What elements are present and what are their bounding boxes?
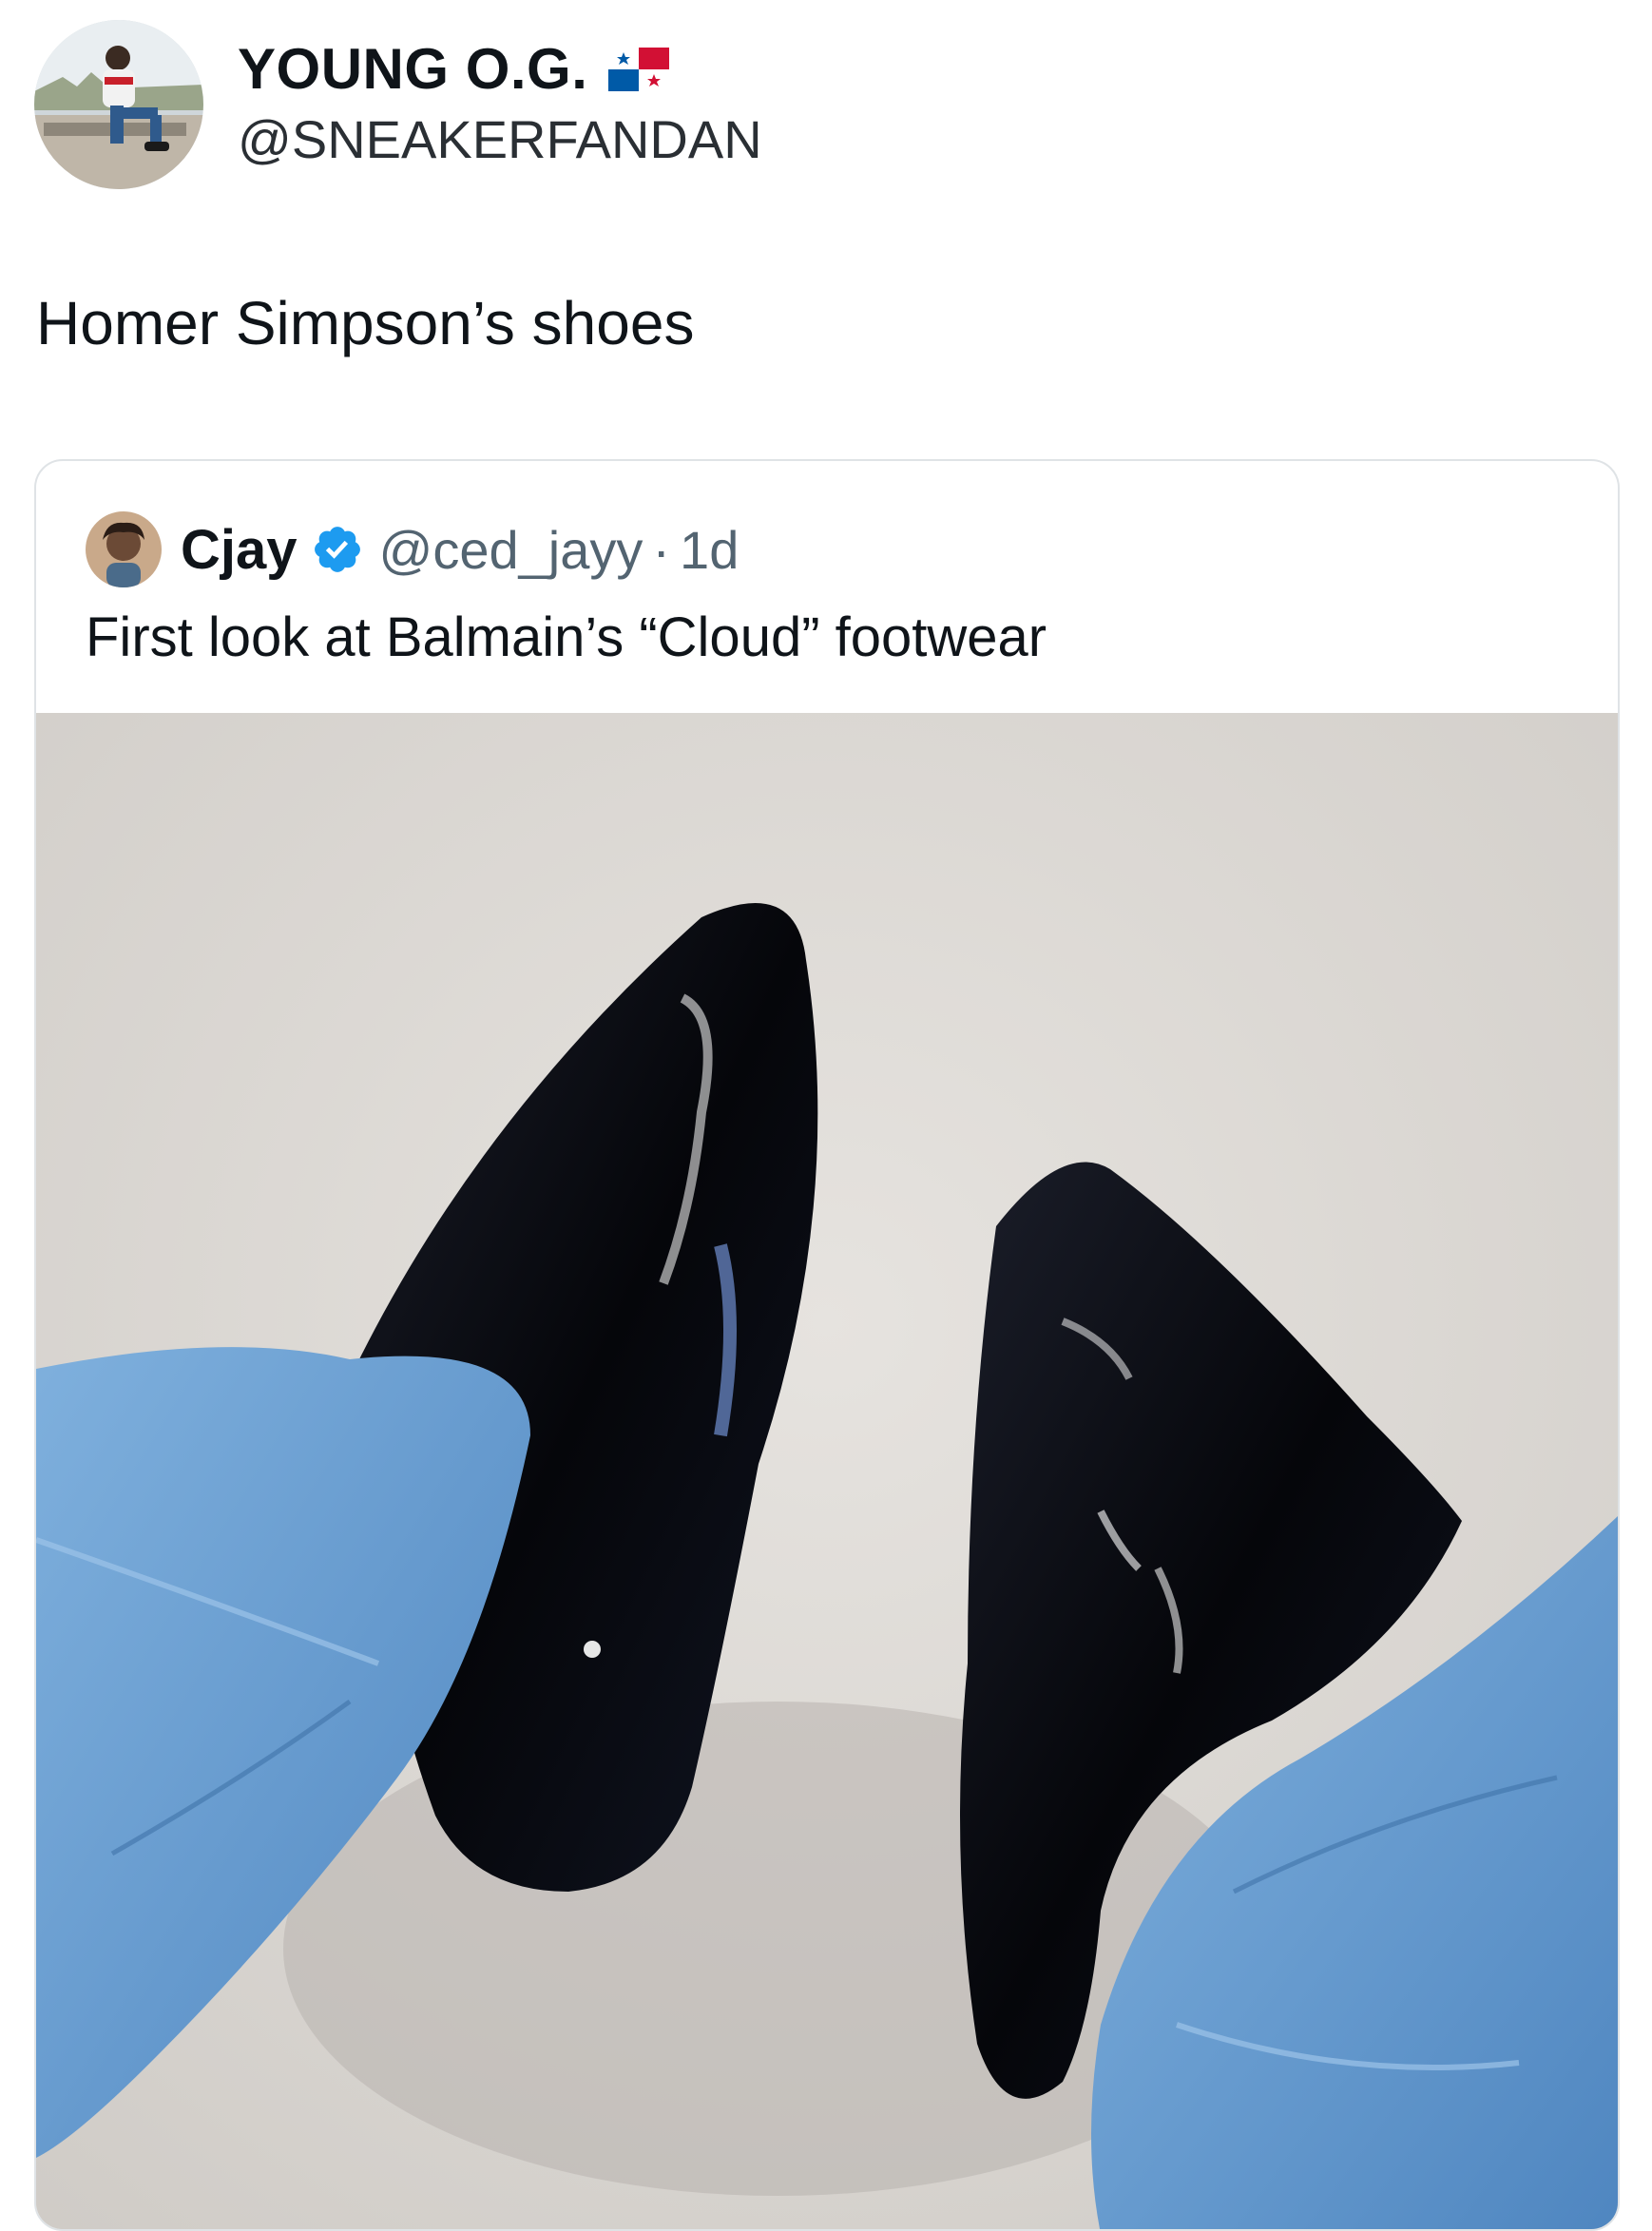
- avatar-image: [34, 20, 203, 189]
- author-display-name[interactable]: YOUNG O.G.: [238, 35, 587, 104]
- quoted-author-avatar[interactable]: [86, 511, 162, 587]
- shoes-photo: [36, 713, 1618, 2229]
- display-name-row: YOUNG O.G.: [238, 35, 762, 104]
- quoted-tweet-text: First look at Balmain’s “Cloud” footwear: [86, 606, 1047, 668]
- panama-flag-icon: [608, 48, 670, 91]
- author-avatar[interactable]: [34, 20, 203, 189]
- quoted-author-handle[interactable]: @ced_jayy: [379, 519, 644, 581]
- author-handle[interactable]: @SNEAKERFANDAN: [238, 106, 762, 174]
- tweet-text: Homer Simpson’s shoes: [36, 289, 695, 357]
- quoted-media-photo[interactable]: [36, 713, 1618, 2229]
- quoted-timestamp[interactable]: 1d: [680, 519, 739, 581]
- separator-dot: ·: [652, 519, 671, 580]
- author-names: YOUNG O.G. @SNEAKERFANDAN: [238, 35, 762, 174]
- verified-badge-icon: [311, 523, 364, 576]
- tweet-header: YOUNG O.G. @SNEAKERFANDAN: [34, 19, 762, 190]
- quoted-avatar-image: [86, 511, 162, 587]
- quoted-tweet-header: Cjay @ced_jayy · 1d: [86, 510, 739, 588]
- tweet[interactable]: YOUNG O.G. @SNEAKERFANDAN Homer Simpson’…: [0, 0, 1652, 2231]
- quoted-author-name[interactable]: Cjay: [181, 518, 298, 582]
- quoted-tweet[interactable]: Cjay @ced_jayy · 1d First look at Balmai…: [34, 459, 1620, 2231]
